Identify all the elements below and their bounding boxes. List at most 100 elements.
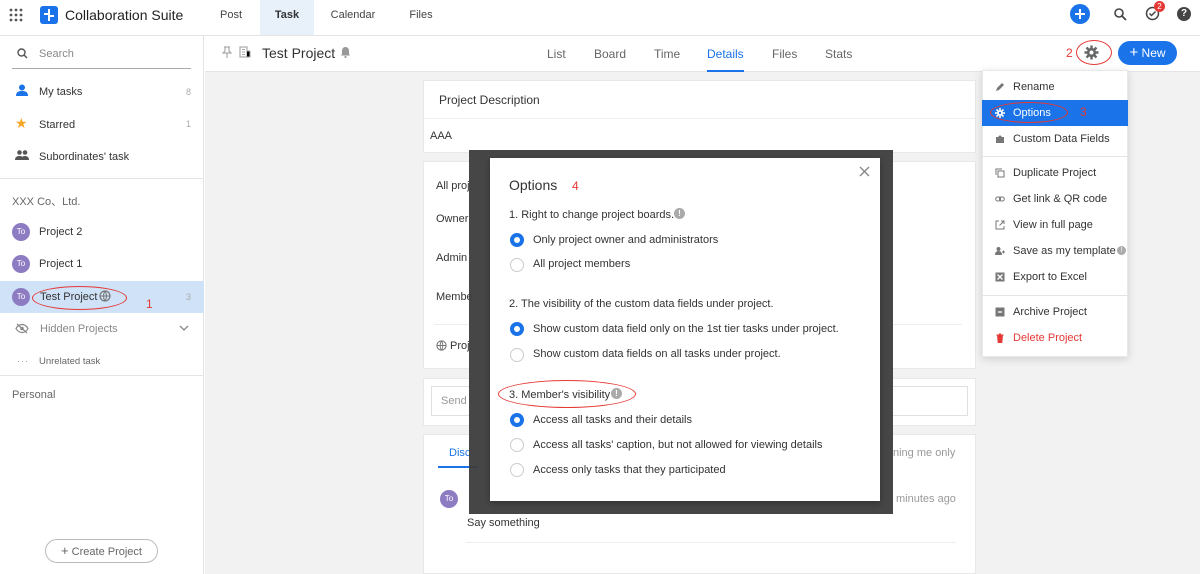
section-2-heading: 2. The visibility of the custom data fie… <box>509 298 774 310</box>
globe-icon <box>436 340 447 351</box>
my-tasks-count: 8 <box>186 87 192 97</box>
tab-post[interactable]: Post <box>208 0 254 35</box>
menu-item-archive[interactable]: Archive Project <box>982 299 1128 325</box>
description-card <box>423 80 976 153</box>
menu-item-duplicate[interactable]: Duplicate Project <box>982 160 1128 186</box>
tab-calendar[interactable]: Calendar <box>322 0 384 35</box>
option-label[interactable]: Show custom data field only on the 1st t… <box>533 323 839 335</box>
more-dots-icon: ··· <box>17 356 29 366</box>
add-icon[interactable] <box>1070 4 1090 24</box>
annotation-number: 3 <box>1080 105 1087 119</box>
plus-icon: + <box>1129 44 1139 61</box>
option-label[interactable]: Only project owner and administrators <box>533 234 718 246</box>
chevron-down-icon[interactable] <box>179 325 189 332</box>
sidebar-hidden-projects[interactable]: Hidden Projects <box>40 323 118 335</box>
help-icon[interactable]: ? <box>1177 7 1191 21</box>
avatar: To <box>440 490 458 508</box>
close-icon[interactable] <box>859 166 870 177</box>
sidebar-item-my-tasks[interactable]: My tasks <box>39 86 82 98</box>
tab-files[interactable]: Files <box>398 0 444 35</box>
sidebar-unrelated-task[interactable]: Unrelated task <box>39 356 100 367</box>
menu-label: Save as my template <box>1013 245 1116 257</box>
excel-icon <box>995 272 1005 282</box>
sidebar-project-1[interactable]: Project 1 <box>39 258 82 270</box>
menu-label: Delete Project <box>1013 332 1083 344</box>
divider <box>424 118 975 119</box>
archive-icon <box>995 307 1005 317</box>
option-label[interactable]: Access all tasks and their details <box>533 414 692 426</box>
menu-item-custom-data-fields[interactable]: Custom Data Fields <box>982 126 1128 152</box>
search-input[interactable]: Search <box>39 48 74 60</box>
annotation-ellipse <box>990 102 1068 123</box>
menu-label: Rename <box>1013 81 1055 93</box>
avatar: To <box>12 288 30 306</box>
menu-item-export-excel[interactable]: Export to Excel <box>982 264 1128 290</box>
radio-button[interactable] <box>510 438 524 452</box>
project-title: Test Project <box>262 45 336 61</box>
radio-button[interactable] <box>510 258 524 272</box>
divider <box>0 178 204 179</box>
info-label: Proj <box>450 340 470 352</box>
pin-icon[interactable] <box>222 46 232 58</box>
copy-icon <box>995 168 1005 178</box>
pencil-icon <box>996 83 1004 91</box>
radio-button[interactable] <box>510 463 524 477</box>
sidebar-item-subordinates[interactable]: Subordinates' task <box>39 151 129 163</box>
menu-label: Get link & QR code <box>1013 193 1108 205</box>
tab-list[interactable]: List <box>547 36 566 72</box>
menu-item-get-link[interactable]: Get link & QR code <box>982 186 1128 212</box>
create-project-button[interactable]: + Create Project <box>45 539 158 563</box>
search-underline <box>12 68 191 69</box>
menu-label: Archive Project <box>1013 306 1087 318</box>
info-icon: ! <box>1117 246 1126 255</box>
mentioning-filter[interactable]: ning me only <box>893 447 955 459</box>
option-label[interactable]: Access only tasks that they participated <box>533 464 726 476</box>
option-label[interactable]: All project members <box>533 258 630 270</box>
tab-board[interactable]: Board <box>594 36 626 72</box>
description-value[interactable]: AAA <box>430 130 452 142</box>
divider <box>466 542 956 543</box>
hidden-eye-icon <box>15 323 29 334</box>
annotation-ellipse <box>498 380 636 408</box>
sidebar-project-2[interactable]: Project 2 <box>39 226 82 238</box>
sidebar-item-starred[interactable]: Starred <box>39 119 75 131</box>
section-1-heading: 1. Right to change project boards. <box>509 209 675 221</box>
menu-item-view-full-page[interactable]: View in full page <box>982 212 1128 238</box>
search-icon[interactable] <box>1114 8 1127 21</box>
tab-files[interactable]: Files <box>772 36 797 72</box>
menu-item-delete[interactable]: Delete Project <box>982 325 1128 351</box>
bell-icon[interactable] <box>340 46 351 58</box>
tab-details[interactable]: Details <box>707 36 744 72</box>
menu-item-rename[interactable]: Rename <box>982 74 1128 100</box>
radio-button[interactable] <box>510 413 524 427</box>
template-icon <box>995 247 1005 255</box>
tab-stats[interactable]: Stats <box>825 36 852 72</box>
person-icon <box>16 84 28 96</box>
tab-task[interactable]: Task <box>260 0 314 35</box>
building-icon <box>239 46 251 58</box>
menu-label: Export to Excel <box>1013 271 1087 283</box>
app-grid-icon[interactable] <box>9 8 23 22</box>
description-title: Project Description <box>439 93 540 107</box>
option-label[interactable]: Show custom data fields on all tasks und… <box>533 348 781 360</box>
info-label: Admin <box>436 252 468 264</box>
new-button[interactable]: + New <box>1118 41 1177 65</box>
tab-time[interactable]: Time <box>654 36 680 72</box>
radio-button[interactable] <box>510 233 524 247</box>
option-label[interactable]: Access all tasks' caption, but not allow… <box>533 439 822 451</box>
dialog-title: Options <box>509 177 558 193</box>
radio-button[interactable] <box>510 322 524 336</box>
menu-item-save-template[interactable]: Save as my template ! <box>982 238 1128 264</box>
annotation-ellipse <box>32 286 127 310</box>
test-project-count: 3 <box>186 292 192 302</box>
menu-label: Custom Data Fields <box>1013 133 1110 145</box>
info-label: Owner <box>436 213 469 225</box>
info-icon: ! <box>674 208 685 219</box>
radio-button[interactable] <box>510 348 524 362</box>
starred-count: 1 <box>186 119 192 129</box>
divider <box>982 156 1128 157</box>
tab-discussion[interactable]: Disc <box>449 447 470 459</box>
avatar: To <box>12 223 30 241</box>
external-icon <box>995 220 1005 230</box>
trash-icon <box>996 333 1004 343</box>
